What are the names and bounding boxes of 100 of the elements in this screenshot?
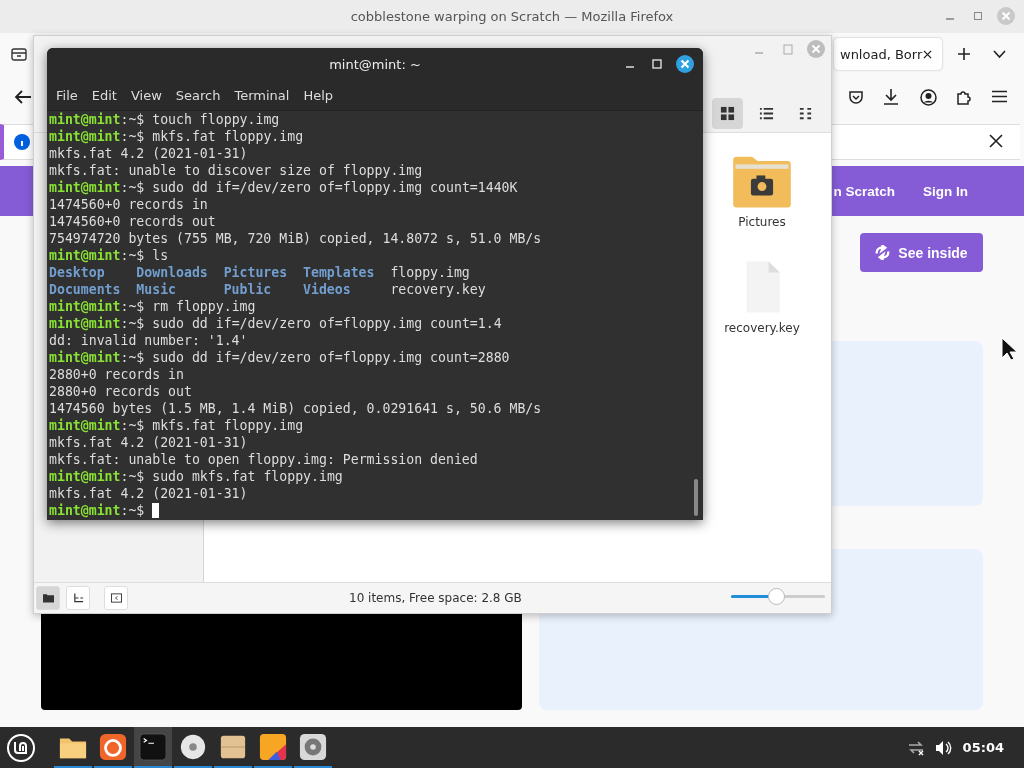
close-icon[interactable]	[989, 134, 1003, 148]
command-text: ls	[151, 248, 169, 263]
window-title: mint@mint: ~	[329, 57, 421, 72]
command-text: sudo mkfs.fat floppy.img	[151, 469, 343, 484]
sidebar-mode-button[interactable]	[104, 586, 128, 610]
prompt-user: mint@mint	[49, 316, 121, 331]
see-inside-button[interactable]: See inside	[860, 233, 983, 272]
output-line: 2880+0 records in	[49, 367, 184, 382]
terminal-icon	[139, 732, 167, 761]
directory-name: Public	[223, 282, 272, 297]
output-line: 754974720 bytes (755 MB, 720 MiB) copied, 14.8072 s, 51.0 MB/s	[49, 231, 542, 246]
pocket-icon[interactable]	[848, 89, 864, 105]
list-icon	[759, 105, 774, 121]
output-line: 1474560+0 records in	[49, 197, 208, 212]
prompt-path: :~$	[120, 316, 145, 331]
chevron-down-icon[interactable]	[993, 49, 1006, 59]
directory-name: Templates	[303, 265, 375, 280]
info-icon	[14, 134, 30, 150]
close-icon[interactable]	[676, 55, 694, 73]
zoom-slider[interactable]	[731, 588, 825, 605]
remix-icon	[875, 245, 891, 260]
output-line: mkfs.fat: unable to discover size of floppy.img	[49, 163, 423, 178]
prompt-path: :~$	[120, 469, 145, 484]
compact-list-icon	[798, 105, 813, 121]
menu-item[interactable]: View	[123, 88, 169, 103]
folder-icon	[42, 593, 54, 603]
status-text: 10 items, Free space: 2.8 GB	[349, 591, 522, 605]
prompt-user: mint@mint	[49, 129, 121, 144]
menu-item[interactable]: Terminal	[227, 88, 297, 103]
folder-item[interactable]: Pictures	[717, 153, 807, 229]
command-text: touch floppy.img	[151, 112, 280, 127]
menu-icon[interactable]	[992, 90, 1007, 103]
prompt-path: :~$	[120, 418, 145, 433]
sidebar-mode-button[interactable]	[36, 586, 60, 610]
prompt-user: mint@mint	[49, 418, 121, 433]
prompt-path: :~$	[120, 299, 145, 314]
file-name: floppy.img	[390, 265, 470, 280]
prompt-path: :~$	[120, 248, 145, 263]
close-icon[interactable]	[923, 49, 932, 59]
command-text: mkfs.fat floppy.img	[151, 129, 304, 144]
menu-item[interactable]: Search	[168, 88, 228, 103]
directory-name: Music	[136, 282, 177, 297]
mint-logo-icon[interactable]	[6, 732, 36, 763]
menu-item[interactable]: Help	[296, 88, 341, 103]
directory-name: Pictures	[223, 265, 288, 280]
prompt-path: :~$	[120, 129, 145, 144]
command-text: rm floppy.img	[151, 299, 256, 314]
directory-name: Documents	[49, 282, 121, 297]
window-title: cobblestone warping on Scratch — Mozilla Firefox	[350, 9, 674, 24]
browser-tab[interactable]: wnload, Borr	[834, 38, 942, 70]
tree-icon	[72, 593, 84, 603]
command-text: sudo dd if=/dev/zero of=floppy.img count=2880	[151, 350, 510, 365]
network-icon[interactable]	[906, 739, 925, 756]
output-line: 1474560 bytes (1.5 MB, 1.4 MiB) copied, 0.0291641 s, 50.6 MB/s	[49, 401, 542, 416]
output-line: 1474560+0 records out	[49, 214, 216, 229]
command-text: mkfs.fat floppy.img	[151, 418, 304, 433]
prompt-user: mint@mint	[49, 299, 121, 314]
command-text: sudo dd if=/dev/zero of=floppy.img count=1.4	[151, 316, 502, 331]
nav-link[interactable]: Sign In	[923, 183, 968, 199]
prompt-user: mint@mint	[49, 469, 121, 484]
menu-item[interactable]: File	[49, 88, 85, 103]
scrollbar[interactable]	[694, 479, 698, 516]
document-icon	[259, 732, 287, 761]
output-line: mkfs.fat 4.2 (2021-01-31)	[49, 486, 248, 501]
prompt-path: :~$	[120, 350, 145, 365]
prompt-path: :~$	[120, 180, 145, 195]
tab-view-icon[interactable]	[11, 46, 27, 62]
output-line: dd: invalid number: '1.4'	[49, 333, 248, 348]
output-line: mkfs.fat 4.2 (2021-01-31)	[49, 435, 248, 450]
mouse-pointer-icon	[1001, 337, 1018, 361]
back-arrow-icon[interactable]	[14, 89, 32, 105]
directory-name: Desktop	[49, 265, 105, 280]
menu-item[interactable]: Edit	[84, 88, 124, 103]
prompt-user: mint@mint	[49, 248, 121, 263]
puzzle-icon[interactable]	[956, 88, 973, 105]
prompt-user: mint@mint	[49, 503, 121, 518]
directory-name: Downloads	[136, 265, 208, 280]
prompt-user: mint@mint	[49, 112, 121, 127]
account-icon[interactable]	[920, 89, 937, 106]
clock[interactable]: 05:04	[962, 740, 1004, 755]
fox-icon	[99, 732, 127, 761]
prompt-user: mint@mint	[49, 180, 121, 195]
file-name: recovery.key	[390, 282, 486, 297]
grid-icon	[720, 105, 735, 121]
plus-icon[interactable]	[957, 47, 971, 61]
prompt-path: :~$	[120, 503, 145, 518]
prompt-user: mint@mint	[49, 350, 121, 365]
output-line: mkfs.fat 4.2 (2021-01-31)	[49, 146, 248, 161]
nav-link[interactable]: n Scratch	[833, 183, 895, 199]
directory-name: Videos	[303, 282, 351, 297]
view-button[interactable]	[712, 97, 743, 129]
output-line: mkfs.fat: unable to open floppy.img: Permission denied	[49, 452, 478, 467]
sidebar-mode-button[interactable]	[66, 586, 90, 610]
document-item[interactable]: recovery.key	[717, 259, 807, 335]
output-line: 2880+0 records out	[49, 384, 192, 399]
disc-icon	[179, 732, 207, 761]
command-text: sudo dd if=/dev/zero of=floppy.img count=1440K	[151, 180, 518, 195]
download-icon[interactable]	[883, 88, 899, 105]
volume-icon[interactable]	[934, 739, 953, 756]
prompt-path: :~$	[120, 112, 145, 127]
